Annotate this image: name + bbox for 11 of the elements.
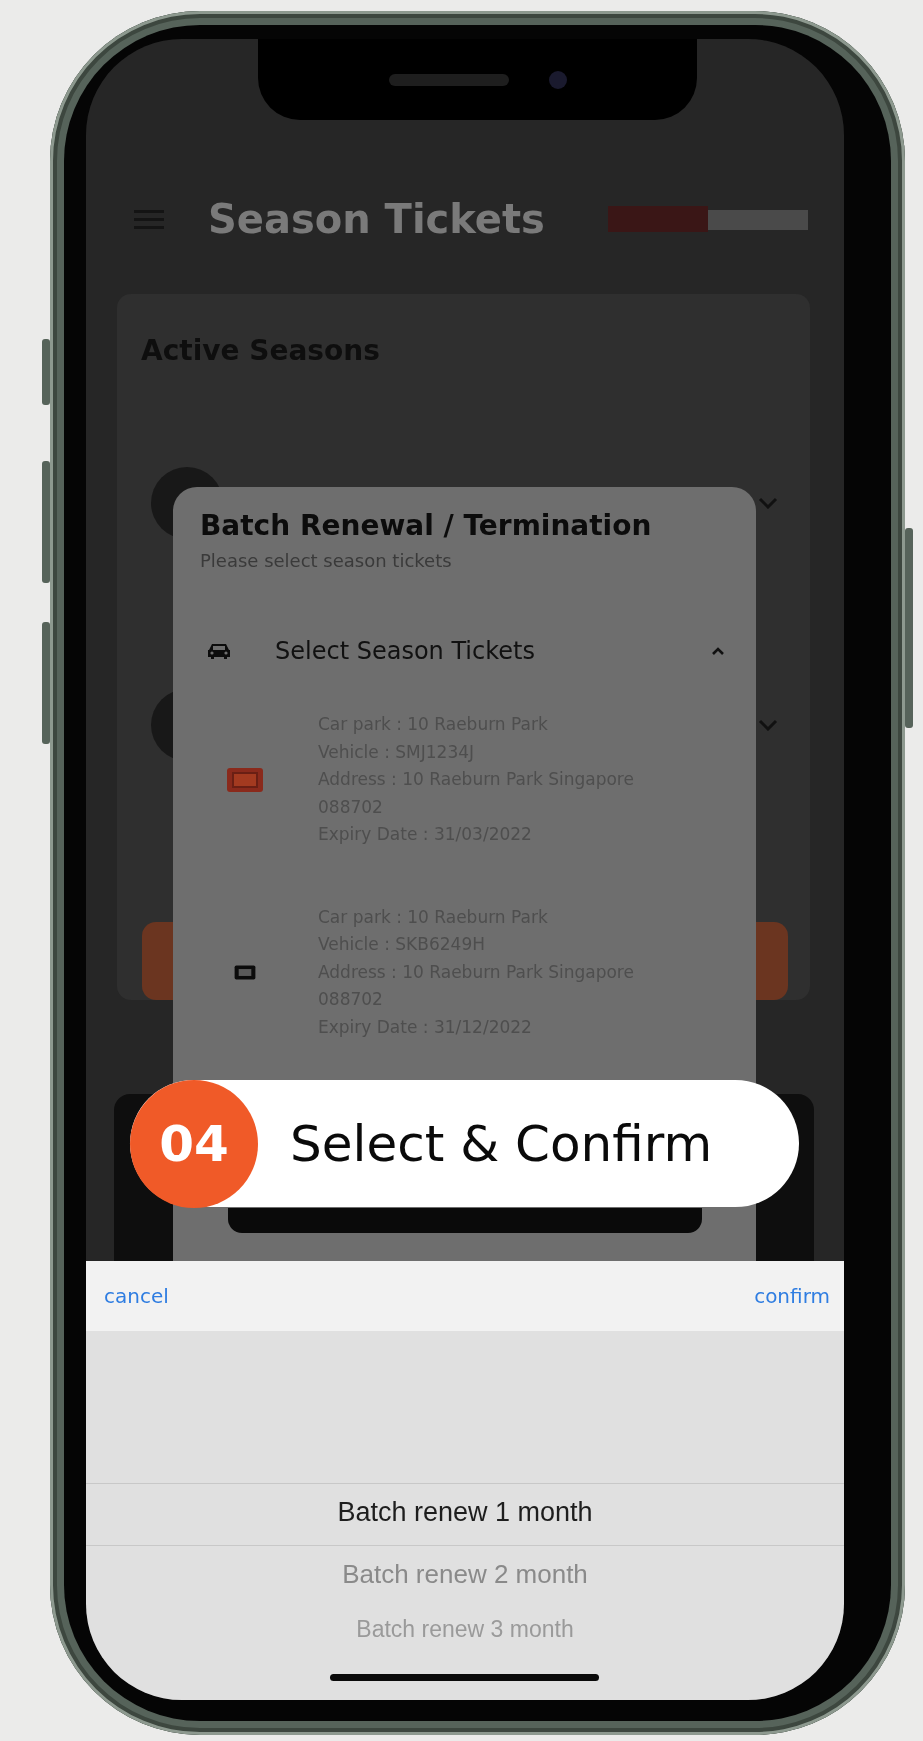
confirm-button[interactable]: confirm	[754, 1280, 830, 1312]
picker-option[interactable]: Batch renew 1 month	[337, 1481, 593, 1543]
picker-option[interactable]: Batch renew 2 month	[342, 1543, 588, 1605]
step-number: 04	[130, 1079, 258, 1208]
cancel-button[interactable]: cancel	[104, 1280, 169, 1312]
modal-title: Batch Renewal / Termination	[200, 509, 653, 542]
section-title[interactable]: Select Season Tickets	[275, 637, 711, 665]
picker-option[interactable]: Batch renew 3 month	[356, 1605, 574, 1653]
page-title: Season Tickets	[208, 196, 546, 242]
step-label: Select & Confirm	[290, 1114, 713, 1173]
picker-wheel[interactable]: Batch renew 1 month Batch renew 2 month Batch renew 3 month	[86, 1331, 844, 1700]
